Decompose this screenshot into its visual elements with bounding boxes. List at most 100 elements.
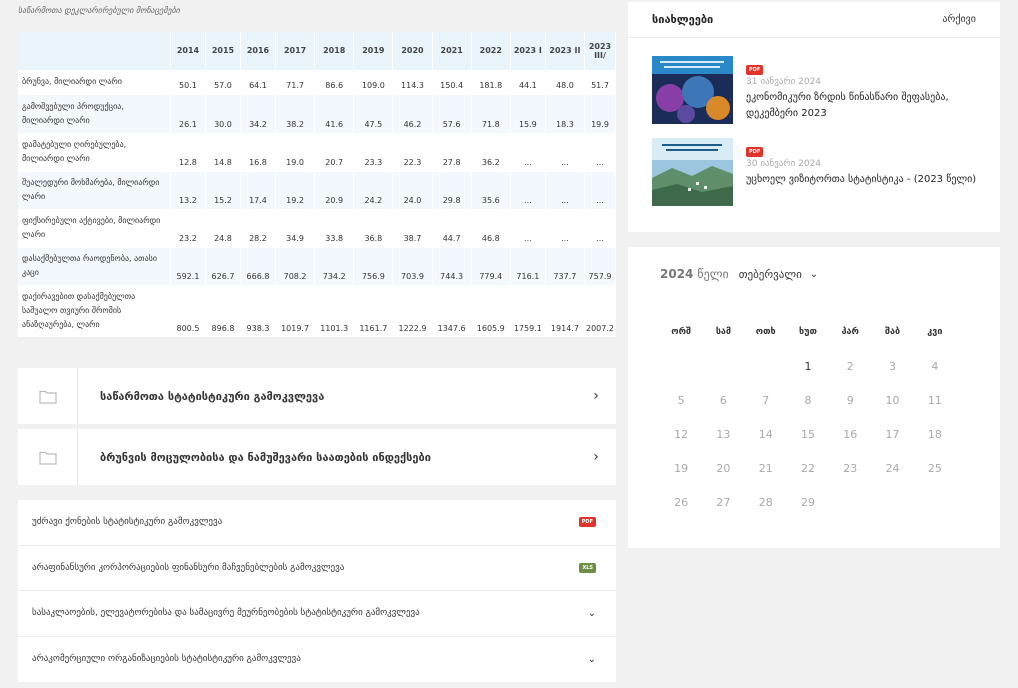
- news-thumbnail[interactable]: [652, 138, 733, 206]
- table-cell: 800.5: [170, 285, 206, 337]
- table-cell: 1101.3: [314, 285, 355, 337]
- calendar-day[interactable]: 7: [745, 394, 787, 407]
- news-item[interactable]: PDF 30 იანვარი 2024 უცხოელ ვიზიტორთა სტა…: [652, 138, 996, 206]
- pdf-badge-icon[interactable]: PDF: [578, 517, 596, 528]
- weekday-row: ორშ სამ ოთხ ხუთ პარ შაბ კვი: [660, 315, 956, 349]
- calendar-day[interactable]: 5: [660, 394, 702, 407]
- calendar-day[interactable]: 16: [829, 428, 871, 441]
- calendar-day[interactable]: 26: [660, 496, 702, 509]
- table-cell: 592.1: [170, 247, 206, 286]
- table-cell: 109.0: [353, 70, 394, 95]
- table-cell: 703.9: [392, 247, 433, 286]
- archive-link[interactable]: არქივი: [942, 14, 976, 25]
- table-row: გამოშვებული პროდუქცია, მილიარდი ლარი 26.1…: [18, 94, 616, 134]
- calendar-day[interactable]: 24: [871, 462, 913, 475]
- list-item-nonfinancial-corporations[interactable]: არაფინანსური კორპორაციების ფინანსური მაჩ…: [18, 546, 616, 591]
- calendar-day[interactable]: 22: [787, 462, 829, 475]
- table-cell: 44.1: [510, 70, 546, 95]
- table-cell: ...: [545, 171, 586, 210]
- table-row: შუალედური მოხმარება, მილიარდი ლარი 13.2 15…: [18, 171, 616, 210]
- calendar-day[interactable]: 12: [660, 428, 702, 441]
- calendar-month-select[interactable]: თებერვალი: [739, 268, 802, 281]
- table-cell: 71.8: [471, 94, 511, 134]
- news-thumbnail[interactable]: [652, 56, 733, 124]
- table-cell: 36.2: [471, 133, 511, 172]
- table-cell: 737.7: [545, 247, 586, 286]
- calendar-day[interactable]: 8: [787, 394, 829, 407]
- calendar-day[interactable]: 27: [702, 496, 744, 509]
- table-header-cell: 2020: [392, 32, 433, 71]
- calendar-day[interactable]: 29: [787, 496, 829, 509]
- accordion-enterprise-survey[interactable]: საწარმოთა სტატისტიკური გამოკვლევა ›: [18, 368, 616, 424]
- table-cell: 20.9: [314, 171, 355, 210]
- calendar-day[interactable]: 21: [745, 462, 787, 475]
- calendar-day[interactable]: 1: [787, 360, 829, 373]
- calendar-day[interactable]: 25: [914, 462, 956, 475]
- chevron-down-icon: ⌄: [587, 653, 596, 665]
- table-cell: 44.7: [432, 209, 472, 248]
- row-label: შუალედური მოხმარება, მილიარდი ლარი: [18, 171, 171, 210]
- xls-badge-icon[interactable]: XLS: [579, 562, 596, 573]
- accordion-turnover-indices[interactable]: ბრუნვის მოცულობისა და ნამუშევარი საათები…: [18, 429, 616, 485]
- table-cell: 34.9: [275, 209, 316, 248]
- calendar-day[interactable]: 23: [829, 462, 871, 475]
- list-item-noncommercial-orgs[interactable]: არაკომერციული ორგანიზაციების სტატისტიკურ…: [18, 637, 616, 683]
- table-cell: ...: [510, 133, 546, 172]
- news-title[interactable]: უცხოელ ვიზიტორთა სტატისტიკა - (2023 წელი…: [746, 172, 996, 188]
- table-cell: 150.4: [432, 70, 472, 95]
- table-cell: ...: [584, 133, 616, 172]
- calendar-day[interactable]: 14: [745, 428, 787, 441]
- chevron-down-icon: ⌄: [587, 607, 596, 619]
- table-cell: 666.8: [240, 247, 277, 286]
- table-cell: 23.2: [170, 209, 206, 248]
- calendar-day[interactable]: 18: [914, 428, 956, 441]
- calendar-day[interactable]: 15: [787, 428, 829, 441]
- table-cell: 28.2: [240, 209, 277, 248]
- pdf-badge-icon: PDF: [746, 65, 764, 75]
- weekday-label: პარ: [841, 327, 859, 337]
- calendar-day[interactable]: 3: [871, 360, 913, 373]
- list-item-real-estate[interactable]: უძრავი ქონების სტატისტიკური გამოკვლევა P…: [18, 500, 616, 546]
- table-cell: 181.8: [471, 70, 511, 95]
- calendar-day[interactable]: 20: [702, 462, 744, 475]
- news-item[interactable]: PDF 31 იანვარი 2024 ეკონომიკური ზრდის წი…: [652, 56, 996, 124]
- news-heading: სიახლეები: [652, 13, 714, 26]
- folder-icon: [18, 368, 78, 424]
- calendar-day[interactable]: 28: [745, 496, 787, 509]
- calendar-grid: ორშ სამ ოთხ ხუთ პარ შაბ კვი 1 2 3 4 5 6 7 8 9 10 11 12 13 14…: [660, 315, 956, 519]
- table-header-cell: 2018: [314, 32, 355, 71]
- table-cell: 19.0: [275, 133, 316, 172]
- survey-list: უძრავი ქონების სტატისტიკური გამოკვლევა P…: [18, 500, 616, 682]
- table-cell: 38.2: [275, 94, 316, 134]
- calendar-day[interactable]: 17: [871, 428, 913, 441]
- table-cell: 1605.9: [471, 285, 511, 337]
- list-item-slaughterhouses[interactable]: სასაკლაოების, ელევატორებისა და სამაცივრე…: [18, 591, 616, 637]
- calendar-header[interactable]: 2024 წელი თებერვალი ⌄: [660, 267, 818, 281]
- table-cell: 1019.7: [275, 285, 316, 337]
- calendar-day[interactable]: 6: [702, 394, 744, 407]
- calendar-year: 2024: [660, 267, 694, 281]
- table-cell: 756.9: [353, 247, 394, 286]
- calendar-day[interactable]: 4: [914, 360, 956, 373]
- chevron-down-icon[interactable]: ⌄: [810, 269, 818, 280]
- calendar-day[interactable]: 10: [871, 394, 913, 407]
- pdf-badge-icon: PDF: [746, 147, 764, 157]
- table-header-cell: 2014: [170, 32, 206, 71]
- calendar-day[interactable]: 2: [829, 360, 871, 373]
- row-label: ფიქსირებული აქტივები, მილიარდი ლარი: [18, 209, 171, 248]
- table-cell: ...: [545, 209, 586, 248]
- calendar-week-row: 1234: [660, 349, 956, 383]
- row-label: გამოშვებული პროდუქცია, მილიარდი ლარი: [18, 94, 171, 134]
- calendar-widget: 2024 წელი თებერვალი ⌄ ორშ სამ ოთხ ხუთ პარ შაბ…: [628, 247, 1000, 548]
- weekday-label: ორშ: [671, 327, 691, 337]
- calendar-day[interactable]: 13: [702, 428, 744, 441]
- calendar-day[interactable]: 11: [914, 394, 956, 407]
- news-title[interactable]: ეკონომიკური ზრდის წინასწარი შეფასება, დე…: [746, 90, 996, 122]
- table-header-cell: 2016: [240, 32, 277, 71]
- calendar-day[interactable]: 19: [660, 462, 702, 475]
- table-cell: 16.8: [240, 133, 277, 172]
- calendar-week-row: 12 13 14 15 16 17 18: [660, 417, 956, 451]
- list-item-label: არაკომერციული ორგანიზაციების სტატისტიკურ…: [32, 654, 301, 665]
- calendar-day[interactable]: 9: [829, 394, 871, 407]
- table-cell: 15.9: [510, 94, 546, 134]
